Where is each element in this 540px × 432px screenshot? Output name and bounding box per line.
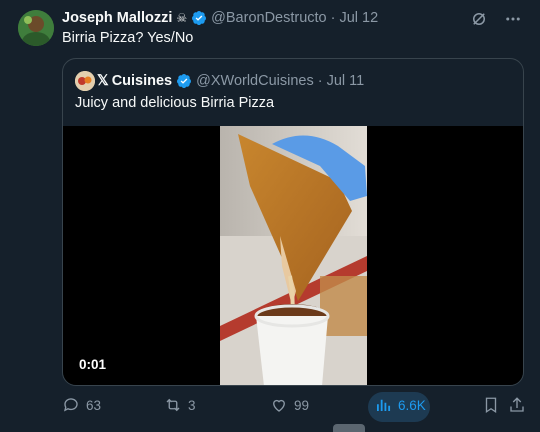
avatar[interactable] — [18, 10, 54, 46]
video-player[interactable]: 0:01 — [63, 126, 523, 385]
tweet-date[interactable]: Jul 12 — [339, 10, 378, 26]
quoted-tweet[interactable]: 𝕏 Cuisines @XWorldCuisines · Jul 11 Juic… — [62, 58, 524, 386]
video-frame — [220, 126, 367, 385]
header-actions — [468, 8, 524, 30]
reply-button[interactable]: 63 — [62, 396, 101, 414]
quoted-author-name[interactable]: Cuisines — [112, 73, 172, 89]
quoted-tweet-header: 𝕏 Cuisines @XWorldCuisines · Jul 11 — [75, 71, 364, 91]
verified-icon — [177, 74, 192, 89]
x-logo-icon: 𝕏 — [97, 73, 109, 89]
views-button[interactable]: 6.6K — [374, 396, 426, 414]
action-bar: 63 3 99 6.6K — [62, 392, 526, 422]
like-icon — [273, 399, 285, 412]
author-name[interactable]: Joseph Mallozzi — [62, 10, 172, 26]
views-tooltip — [333, 424, 365, 432]
bookmark-icon — [485, 397, 497, 414]
views-count: 6.6K — [398, 397, 426, 413]
separator-dot: · — [330, 10, 336, 26]
like-button[interactable]: 99 — [270, 396, 309, 414]
share-icon — [510, 397, 524, 412]
like-count: 99 — [294, 397, 310, 413]
author-emoji: ☠ — [176, 11, 188, 25]
retweet-icon — [166, 398, 180, 412]
more-icon[interactable] — [502, 8, 524, 30]
video-timestamp: 0:01 — [79, 357, 107, 372]
tweet[interactable]: Joseph Mallozzi ☠ @BaronDestructo · Jul … — [0, 0, 540, 432]
views-icon — [377, 399, 391, 411]
quoted-avatar[interactable] — [75, 71, 95, 91]
retweet-button[interactable]: 3 — [164, 396, 196, 414]
verified-icon — [192, 11, 207, 26]
quoted-tweet-date[interactable]: Jul 11 — [327, 73, 365, 89]
author-handle[interactable]: @BaronDestructo — [211, 10, 326, 26]
bookmark-button[interactable] — [482, 396, 500, 414]
quoted-tweet-text: Juicy and delicious Birria Pizza — [75, 95, 275, 111]
tweet-header: Joseph Mallozzi ☠ @BaronDestructo · Jul … — [62, 8, 378, 28]
grok-icon[interactable] — [468, 8, 490, 30]
reply-count: 63 — [86, 397, 102, 413]
share-button[interactable] — [508, 396, 526, 414]
reply-icon — [63, 398, 78, 412]
tweet-text: Birria Pizza? Yes/No — [62, 30, 194, 46]
separator-dot: · — [317, 73, 323, 89]
quoted-author-handle[interactable]: @XWorldCuisines — [196, 73, 314, 89]
retweet-count: 3 — [188, 397, 196, 413]
